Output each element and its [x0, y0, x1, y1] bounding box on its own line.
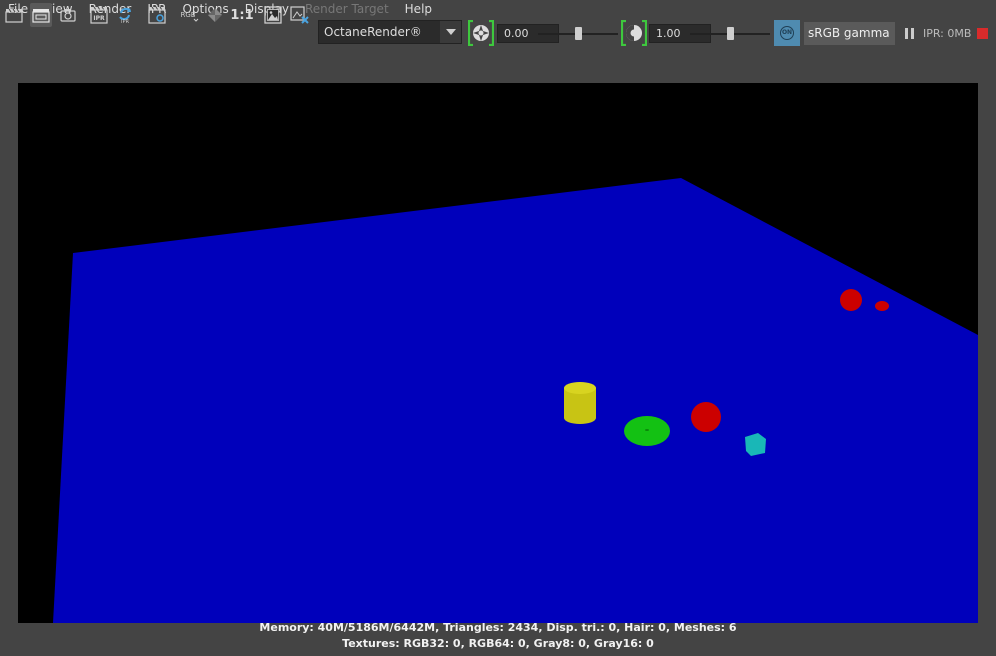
far-red-box — [875, 301, 889, 311]
snapshot-button[interactable] — [57, 3, 79, 27]
render-clapper-button[interactable] — [3, 3, 25, 27]
color-space-field[interactable]: sRGB gamma — [804, 22, 895, 45]
yellow-cylinder — [564, 382, 596, 424]
render-view[interactable] — [18, 83, 978, 623]
remove-image-icon — [290, 6, 309, 24]
render-image — [53, 178, 978, 623]
render-stats-memory: Memory: 40M/5186M/6442M, Triangles: 2434… — [259, 621, 737, 634]
image-icon — [264, 6, 282, 24]
rgb-channel-icon: RGB — [180, 11, 199, 22]
stop-icon[interactable] — [977, 28, 988, 39]
svg-text:IPR: IPR — [121, 19, 129, 24]
far-red-sphere — [840, 289, 862, 311]
rgb-channel-button[interactable]: RGB — [176, 3, 200, 27]
chevron-down-icon — [440, 21, 461, 43]
aperture-icon — [468, 20, 494, 46]
render-region-button[interactable] — [30, 3, 52, 27]
gamma-button[interactable] — [620, 20, 648, 46]
remove-image-button[interactable] — [288, 3, 312, 27]
red-sphere — [691, 402, 721, 432]
ipr-status: IPR: 0MB — [923, 27, 972, 40]
svg-text:IPR: IPR — [93, 15, 105, 22]
gamma-slider-thumb[interactable] — [726, 27, 734, 40]
pause-icon[interactable] — [905, 28, 914, 39]
display-image-button[interactable] — [261, 3, 285, 27]
ground-plane — [53, 178, 978, 623]
half-shade-icon — [208, 8, 222, 22]
clapper-region-icon — [32, 9, 50, 23]
gamma-icon — [621, 20, 647, 46]
render-settings-button[interactable] — [146, 3, 168, 27]
render-stats-textures: Textures: RGB32: 0, RGB64: 0, Gray8: 0, … — [342, 637, 654, 650]
render-settings-icon — [148, 6, 166, 24]
color-management-toggle[interactable]: ON — [774, 20, 800, 46]
ipr-render-button[interactable]: IPR — [88, 3, 110, 27]
color-management-badge: ON — [780, 26, 794, 40]
exposure-slider-thumb[interactable] — [574, 27, 582, 40]
exposure-toggle-button[interactable] — [203, 3, 227, 27]
menu-help[interactable]: Help — [397, 0, 440, 18]
green-disc — [624, 416, 670, 446]
ipr-refresh-button[interactable]: IPR — [114, 3, 136, 27]
renderer-dropdown[interactable]: OctaneRender® — [318, 20, 462, 44]
one-to-one-label: 1:1 — [230, 7, 254, 23]
exposure-button[interactable] — [467, 20, 495, 46]
ipr-clapper-icon: IPR — [90, 6, 108, 24]
svg-text:RGB: RGB — [180, 11, 195, 19]
real-size-button[interactable]: 1:1 — [230, 3, 254, 27]
ipr-refresh-icon: IPR — [119, 7, 131, 24]
camera-icon — [60, 9, 76, 22]
renderer-value: OctaneRender® — [324, 25, 422, 39]
clapper-icon — [5, 8, 23, 23]
